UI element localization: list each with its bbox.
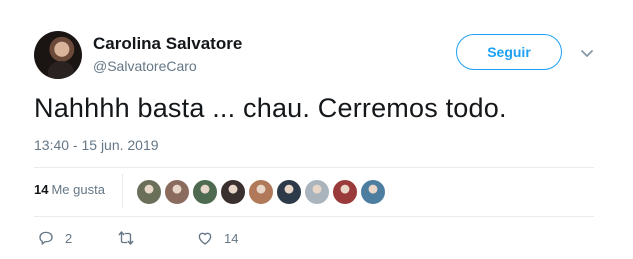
reply-count: 2 <box>65 230 73 246</box>
likes-label: Me gusta <box>51 182 105 197</box>
reply-icon[interactable] <box>37 229 55 247</box>
tweet-text: Nahhhh basta ... chau. Cerremos todo. <box>34 93 507 123</box>
likes-summary[interactable]: 14 Me gusta <box>34 182 105 197</box>
retweet-icon[interactable] <box>117 229 135 247</box>
liker-avatar[interactable] <box>220 179 246 205</box>
follow-button[interactable]: Seguir <box>456 34 562 70</box>
likes-count: 14 <box>34 182 49 197</box>
divider-top <box>34 167 594 168</box>
like-action[interactable]: 14 <box>196 229 238 247</box>
author-handle[interactable]: @SalvatoreCaro <box>93 58 197 74</box>
likers-avatars <box>136 179 388 205</box>
liker-avatar[interactable] <box>276 179 302 205</box>
divider-bottom <box>34 216 594 217</box>
retweet-action[interactable] <box>117 229 135 247</box>
chevron-down-icon[interactable] <box>579 45 595 61</box>
heart-icon[interactable] <box>196 229 214 247</box>
liker-avatar[interactable] <box>248 179 274 205</box>
author-name[interactable]: Carolina Salvatore <box>93 34 242 54</box>
liker-avatar[interactable] <box>136 179 162 205</box>
like-count: 14 <box>224 230 239 246</box>
liker-avatar[interactable] <box>192 179 218 205</box>
liker-avatar[interactable] <box>164 179 190 205</box>
author-avatar[interactable] <box>34 31 82 79</box>
reply-action[interactable]: 2 <box>37 229 72 247</box>
liker-avatar[interactable] <box>332 179 358 205</box>
liker-avatar[interactable] <box>360 179 386 205</box>
liker-avatar[interactable] <box>304 179 330 205</box>
tweet-timestamp[interactable]: 13:40 - 15 jun. 2019 <box>34 137 159 153</box>
likes-separator <box>122 174 123 208</box>
